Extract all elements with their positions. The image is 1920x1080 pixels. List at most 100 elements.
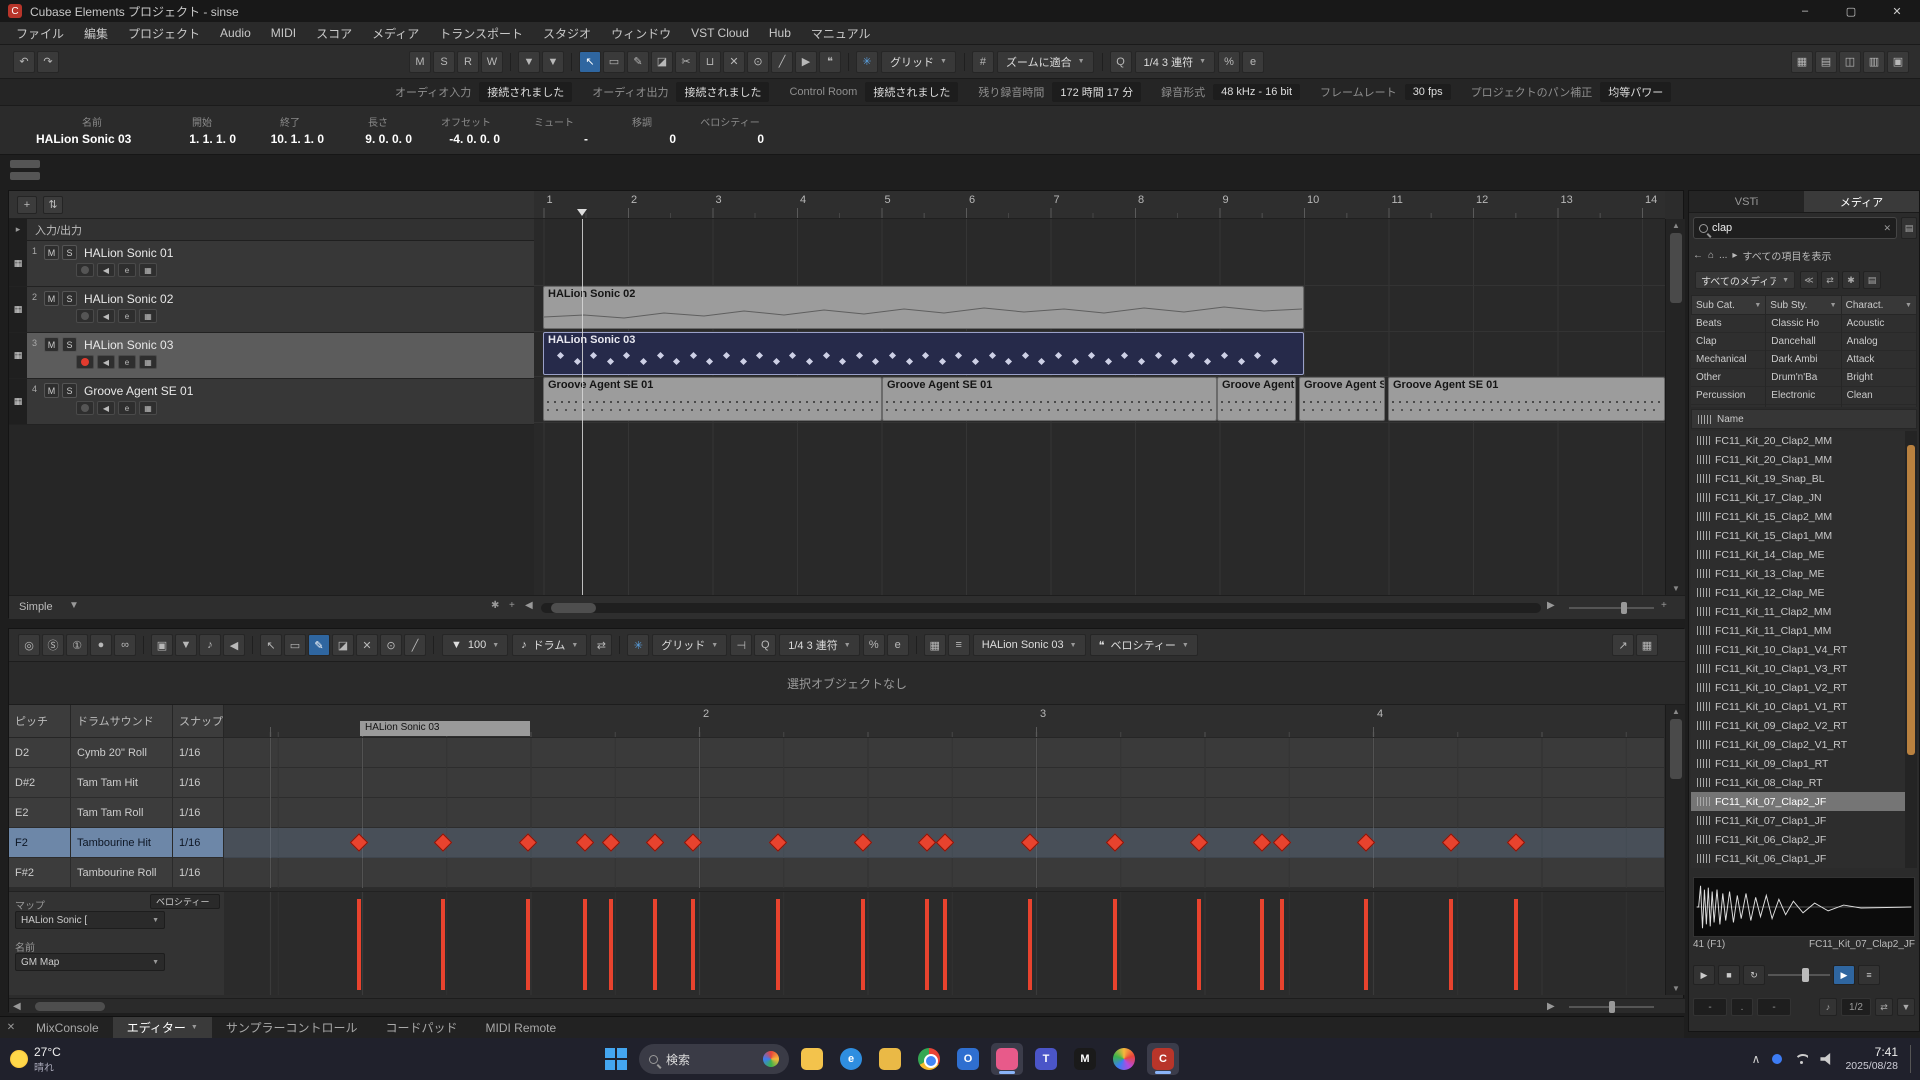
object-select-tool[interactable]: ↖ xyxy=(260,634,282,656)
drum-note-grid[interactable] xyxy=(224,738,1664,888)
quantize-dropdown[interactable]: 1/4 3 連符 ▼ xyxy=(1135,51,1215,73)
record-in-editor-button[interactable]: ● xyxy=(90,634,112,656)
zoom-slider-thumb[interactable] xyxy=(1621,602,1627,614)
draw-tool[interactable]: ✎ xyxy=(627,51,649,73)
media-search-input[interactable] xyxy=(1712,222,1879,234)
media-file-row[interactable]: FC11_Kit_10_Clap1_V2_RT xyxy=(1691,678,1905,697)
attribute-filter-item[interactable]: Analog xyxy=(1842,333,1916,351)
windows-start-button[interactable] xyxy=(600,1043,632,1075)
media-file-row[interactable]: FC11_Kit_20_Clap1_MM xyxy=(1691,450,1905,469)
media-file-row[interactable]: FC11_Kit_10_Clap1_V4_RT xyxy=(1691,640,1905,659)
scroll-down-icon[interactable]: ▼ xyxy=(1672,584,1680,593)
velocity-bar[interactable] xyxy=(1113,899,1117,990)
list-view-icon[interactable]: ▤ xyxy=(1863,271,1881,289)
split-tool[interactable]: ✂ xyxy=(675,51,697,73)
midi-event-halion-sonic-02[interactable]: HALion Sonic 02 xyxy=(543,286,1304,329)
grid-type-dropdown[interactable]: グリッド ▼ xyxy=(881,51,956,73)
attribute-filter-item[interactable]: Bright xyxy=(1842,369,1916,387)
pitch-column-header[interactable]: ピッチ xyxy=(9,705,71,738)
solo-editor-button[interactable]: Ⓢ xyxy=(42,634,64,656)
media-file-row[interactable]: FC11_Kit_14_Clap_ME xyxy=(1691,545,1905,564)
media-file-row[interactable]: FC11_Kit_07_Clap1_JF xyxy=(1691,811,1905,830)
velocity-bar[interactable] xyxy=(776,899,780,990)
sound-column-header[interactable]: ドラムサウンド xyxy=(71,705,173,738)
velocity-bar[interactable] xyxy=(1260,899,1264,990)
chevron-down-icon[interactable]: ▼ xyxy=(69,600,79,611)
record-arm-button[interactable] xyxy=(76,309,94,323)
mute-button[interactable]: M xyxy=(44,291,59,306)
attribute-filter-header[interactable]: Charact.▼ xyxy=(1842,295,1917,315)
zoom-preset-dropdown[interactable]: ズームに適合 ▼ xyxy=(997,51,1094,73)
menu-item[interactable]: ウィンドウ xyxy=(601,25,681,42)
record-arm-button[interactable] xyxy=(76,355,94,369)
results-view-icon[interactable]: ▤ xyxy=(1901,217,1917,239)
media-file-row[interactable]: FC11_Kit_06_Clap1_JF xyxy=(1691,849,1905,868)
open-editor-button[interactable]: ▦ xyxy=(139,355,157,369)
velocity-bar[interactable] xyxy=(609,899,613,990)
align-beats-icon[interactable]: ⇄ xyxy=(1875,998,1893,1016)
edge-icon[interactable]: e xyxy=(835,1043,867,1075)
scrollbar-thumb[interactable] xyxy=(1670,233,1682,303)
attribute-filter-item[interactable]: Dark Ambi xyxy=(1766,351,1840,369)
solo-button[interactable]: S xyxy=(62,383,77,398)
midi-event-halion-sonic-03[interactable]: HALion Sonic 03 xyxy=(543,332,1304,375)
mute-tool[interactable]: ✕ xyxy=(723,51,745,73)
attribute-filter-item[interactable]: Clap xyxy=(1691,333,1765,351)
erase-tool[interactable]: ◪ xyxy=(332,634,354,656)
folder-icon[interactable] xyxy=(874,1043,906,1075)
note-icon[interactable]: ♪ xyxy=(1819,998,1837,1016)
lane-display-button[interactable]: ≡ xyxy=(948,634,970,656)
attribute-filter-item[interactable]: Classic Ho xyxy=(1766,315,1840,333)
mute-tool[interactable]: ✕ xyxy=(356,634,378,656)
velocity-bar[interactable] xyxy=(861,899,865,990)
open-editor-button[interactable]: ▦ xyxy=(139,401,157,415)
project-cursor[interactable] xyxy=(582,219,583,595)
solo-button[interactable]: S xyxy=(62,245,77,260)
solo-button[interactable]: S xyxy=(62,291,77,306)
lower-zone-toggle-button[interactable]: ▥ xyxy=(1863,51,1885,73)
velocity-bar[interactable] xyxy=(653,899,657,990)
show-desktop-button[interactable] xyxy=(1910,1045,1914,1073)
lower-zone-tab[interactable]: サンプラーコントロール xyxy=(212,1017,372,1038)
velocity-bar[interactable] xyxy=(583,899,587,990)
edit-channel-button[interactable]: e xyxy=(118,401,136,415)
menu-item[interactable]: スコア xyxy=(306,25,362,42)
auto-play-button[interactable]: ▶ xyxy=(1833,965,1855,985)
lower-zone-tab[interactable]: MIDI Remote xyxy=(471,1017,570,1038)
media-file-row[interactable]: FC11_Kit_15_Clap2_MM xyxy=(1691,507,1905,526)
info-field[interactable]: 長さ9. 0. 0. 0 xyxy=(334,106,422,154)
menu-item[interactable]: Audio xyxy=(210,26,261,40)
editor-ruler[interactable]: HALion Sonic 03 234 xyxy=(224,705,1664,738)
io-folder-row[interactable]: ▸ 入力/出力 xyxy=(9,219,534,241)
scrollbar-thumb[interactable] xyxy=(35,1002,105,1011)
divider-handle[interactable] xyxy=(10,160,40,168)
media-file-row[interactable]: FC11_Kit_08_Clap_RT xyxy=(1691,773,1905,792)
zoom-tool[interactable]: ⊙ xyxy=(380,634,402,656)
audio-event-groove-agent[interactable]: Groove Agent S xyxy=(1299,377,1385,421)
media-file-row[interactable]: FC11_Kit_06_Clap2_JF xyxy=(1691,830,1905,849)
breadcrumb-label[interactable]: すべての項目を表示 xyxy=(1742,248,1831,263)
scroll-right-icon[interactable]: ▶ xyxy=(1547,1001,1555,1012)
line-tool[interactable]: ╱ xyxy=(404,634,426,656)
tab-media[interactable]: メディア xyxy=(1804,191,1919,213)
media-search-box[interactable]: ✕ xyxy=(1693,217,1897,239)
media-file-row[interactable]: FC11_Kit_09_Clap2_V1_RT xyxy=(1691,735,1905,754)
drum-sound-row[interactable]: D2Cymb 20" Roll1/16 xyxy=(9,738,224,768)
drumstick-tool[interactable]: ✎ xyxy=(308,634,330,656)
velocity-bar[interactable] xyxy=(1280,899,1284,990)
event-display[interactable]: HALion Sonic 02 HALion Sonic 03 Groove A… xyxy=(534,219,1665,595)
chevron-down-icon[interactable]: ▼ xyxy=(175,634,197,656)
scroll-up-icon[interactable]: ▲ xyxy=(1672,707,1680,716)
current-part-button[interactable]: ① xyxy=(66,634,88,656)
weather-widget[interactable]: 27°C 晴れ xyxy=(10,1045,61,1074)
preview-loop-button[interactable]: ↻ xyxy=(1743,965,1765,985)
results-name-header[interactable]: Name xyxy=(1691,409,1917,429)
quantize-panel-button[interactable]: e xyxy=(1242,51,1264,73)
attribute-filter-item[interactable]: Drum'n'Ba xyxy=(1766,369,1840,387)
media-file-row[interactable]: FC11_Kit_17_Clap_JN xyxy=(1691,488,1905,507)
edit-channel-button[interactable]: e xyxy=(118,263,136,277)
menu-item[interactable]: MIDI xyxy=(261,26,306,40)
media-file-row[interactable]: FC11_Kit_13_Clap_ME xyxy=(1691,564,1905,583)
media-file-row[interactable]: FC11_Kit_20_Clap2_MM xyxy=(1691,431,1905,450)
monitor-button[interactable]: ◀ xyxy=(97,309,115,323)
